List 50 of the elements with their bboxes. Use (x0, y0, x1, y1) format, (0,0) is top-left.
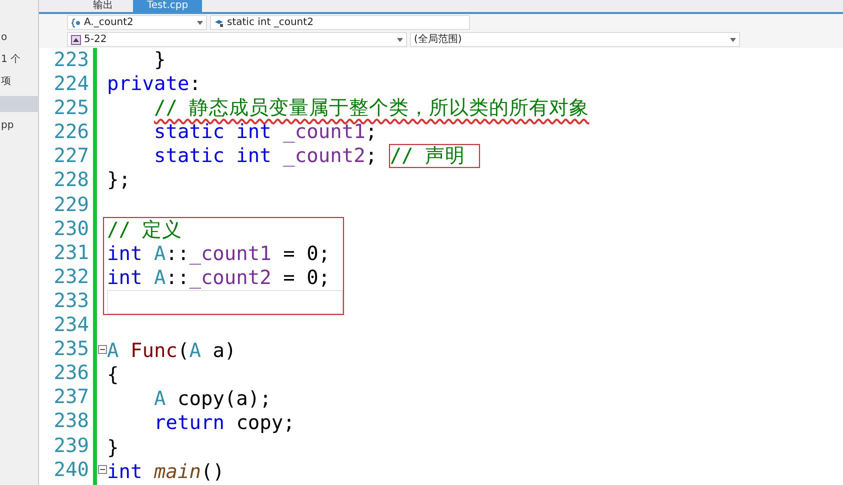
caret-icon (397, 38, 403, 42)
line-number: 238 (52, 409, 90, 434)
panel-item[interactable]: 项 (0, 74, 38, 90)
line-number: 224 (52, 72, 90, 96)
code-line: { (107, 363, 119, 388)
code-line: A Func(A a) (107, 339, 236, 364)
line-number: 230 (52, 216, 90, 241)
line-number: 240 (52, 458, 90, 482)
line-number: 236 (52, 361, 90, 386)
line-number: 233 (52, 288, 90, 314)
scope-dropdown[interactable]: (全局范围) (410, 32, 740, 47)
panel-item[interactable]: o (0, 30, 38, 46)
line-number: 223 (52, 48, 90, 72)
line-number: 234 (52, 313, 90, 338)
line-number: 232 (52, 264, 90, 289)
file-tab[interactable]: 输出 (79, 0, 127, 12)
code-line: }; (107, 168, 130, 193)
code-line: int main() (107, 460, 224, 484)
line-number: 229 (52, 192, 90, 217)
project-dropdown[interactable]: 5-22 (67, 32, 407, 47)
code-line: // 静态成员变量属于整个类，所以类的所有对象 (154, 96, 590, 120)
line-number: 228 (52, 168, 90, 193)
braces-icon (71, 18, 81, 28)
class-dropdown[interactable]: A._count2 (67, 15, 207, 30)
code-line: int A::_count2 = 0; (107, 266, 330, 290)
line-number: 227 (52, 144, 90, 168)
collapse-icon[interactable] (98, 344, 106, 354)
panel-item[interactable]: 1 个 (0, 52, 38, 68)
collapse-icon[interactable] (98, 465, 106, 474)
code-line: } (154, 48, 166, 72)
line-number: 235 (52, 337, 90, 362)
caret-icon (197, 20, 203, 24)
project-icon (71, 34, 81, 44)
code-line: // 定义 (107, 218, 182, 242)
code-line: int A::_count1 = 0; (107, 242, 330, 266)
line-number: 237 (52, 385, 90, 410)
line-number: 225 (52, 96, 90, 120)
code-line: private: (107, 72, 201, 96)
field-icon (214, 18, 224, 28)
caret-icon (730, 38, 736, 42)
line-number: 239 (52, 434, 90, 458)
line-number: 231 (52, 240, 90, 265)
line-number: 226 (52, 120, 90, 144)
code-line: static int _count1; (154, 120, 378, 144)
code-line: A copy(a); (154, 387, 272, 412)
code-line: return copy; (154, 411, 295, 436)
code-line: } (107, 436, 119, 460)
panel-item[interactable]: pp (0, 118, 38, 134)
member-dropdown[interactable]: static int _count2 (210, 15, 470, 30)
code-line: static int _count2; // 声明 (154, 144, 480, 168)
